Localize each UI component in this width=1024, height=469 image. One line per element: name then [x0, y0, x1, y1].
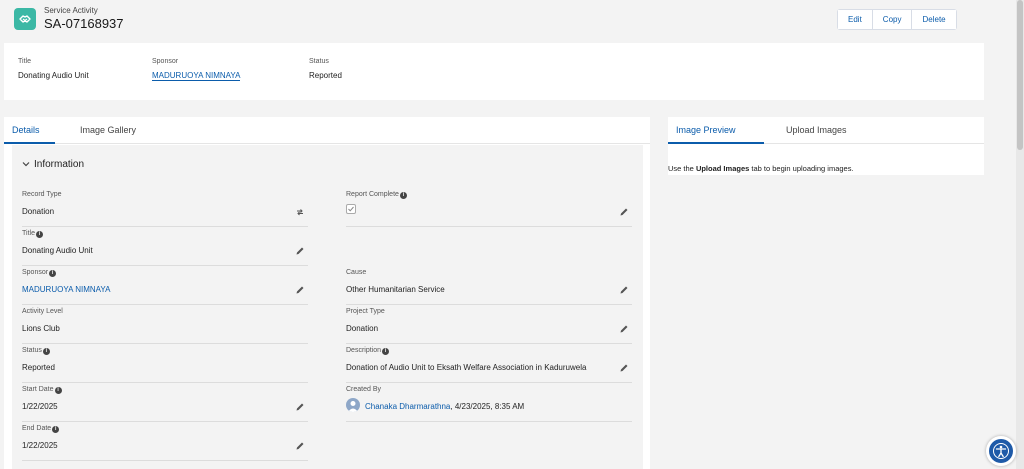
user-icon — [348, 401, 358, 412]
activity-level-label: Activity Level — [22, 308, 63, 315]
checkmark-icon — [348, 206, 354, 212]
pencil-icon[interactable] — [295, 441, 305, 451]
section-title: Information — [34, 159, 85, 170]
highlight-title: Title Donating Audio Unit — [18, 58, 89, 80]
created-by-date: , 4/23/2025, 8:35 AM — [450, 402, 525, 411]
tab-upload-images[interactable]: Upload Images — [786, 125, 847, 135]
info-icon[interactable]: i — [35, 231, 43, 238]
info-icon[interactable]: i — [52, 426, 60, 433]
description-value: Donation of Audio Unit to Eksath Welfare… — [346, 363, 587, 372]
start-date-value: 1/22/2025 — [22, 402, 58, 411]
description-label: Description — [346, 347, 382, 354]
field-project-type: Project Type Donation — [346, 304, 632, 344]
pencil-icon[interactable] — [295, 246, 305, 256]
field-end-date: End Date i 1/22/2025 — [22, 421, 308, 461]
highlights-panel: Title Donating Audio Unit Sponsor MADURU… — [4, 43, 984, 100]
sponsor-label: Sponsor — [22, 269, 49, 276]
project-type-label: Project Type — [346, 308, 385, 315]
field-start-date: Start Date i 1/22/2025 — [22, 382, 308, 422]
accessibility-button[interactable] — [986, 436, 1016, 466]
field-status: Status i Reported — [22, 343, 308, 383]
chevron-down-icon — [22, 162, 30, 167]
scroll-thumb[interactable] — [1017, 0, 1023, 150]
tab-image-preview[interactable]: Image Preview — [676, 125, 736, 135]
field-created-by: Created By Chanaka Dharmarathna, 4/23/20… — [346, 382, 632, 422]
status-value: Reported — [22, 363, 55, 372]
project-type-value: Donation — [346, 324, 379, 333]
pencil-icon[interactable] — [619, 324, 629, 334]
active-tab-indicator — [4, 142, 55, 144]
sponsor-value-link[interactable]: MADURUOYA NIMNAYA — [22, 284, 110, 295]
image-panel: Image Preview Upload Images Use the Uplo… — [668, 117, 984, 175]
field-report-complete: Report Complete i — [346, 187, 632, 227]
info-icon[interactable]: i — [42, 348, 50, 355]
highlight-title-label: Title — [18, 58, 31, 65]
tab-details[interactable]: Details — [12, 125, 40, 135]
activity-level-value: Lions Club — [22, 324, 60, 333]
sponsor-link[interactable]: MADURUOYA NIMNAYA — [152, 71, 241, 81]
upload-hint: Use the Upload Images tab to begin uploa… — [668, 164, 854, 173]
end-date-label: End Date — [22, 425, 52, 432]
record-name: SA-07168937 — [44, 16, 124, 31]
highlight-sponsor-label: Sponsor — [152, 58, 179, 65]
field-record-type: Record Type Donation — [22, 187, 308, 227]
pencil-icon[interactable] — [619, 207, 629, 217]
info-icon[interactable]: i — [49, 270, 57, 277]
handshake-icon — [14, 8, 36, 30]
field-sponsor: Sponsor i MADURUOYA NIMNAYA — [22, 265, 308, 305]
section-information[interactable]: Information — [22, 159, 84, 170]
title-value: Donating Audio Unit — [22, 246, 93, 255]
accessibility-icon — [993, 443, 1009, 459]
detail-body: Information Record Type Donation Report … — [12, 145, 643, 469]
created-by-label: Created By — [346, 386, 382, 393]
page-scrollbar[interactable] — [1016, 0, 1024, 469]
cause-value: Other Humanitarian Service — [346, 285, 445, 294]
active-tab-indicator — [668, 142, 764, 144]
record-type-label: Record Type — [22, 191, 62, 198]
title-label: Title — [22, 230, 35, 237]
status-label: Status — [22, 347, 42, 354]
info-icon[interactable]: i — [399, 192, 407, 199]
delete-button[interactable]: Delete — [911, 10, 956, 29]
highlight-sponsor: Sponsor MADURUOYA NIMNAYA — [152, 58, 241, 81]
field-title: Title i Donating Audio Unit — [22, 226, 308, 266]
change-record-type-icon[interactable] — [295, 207, 305, 217]
field-activity-level: Activity Level Lions Club — [22, 304, 308, 344]
start-date-label: Start Date — [22, 386, 54, 393]
user-avatar — [346, 398, 360, 412]
object-type-label: Service Activity — [44, 6, 98, 15]
field-cause: Cause Other Humanitarian Service — [346, 265, 632, 305]
pencil-icon[interactable] — [619, 285, 629, 295]
end-date-value: 1/22/2025 — [22, 441, 58, 450]
info-icon[interactable]: i — [54, 387, 62, 394]
highlight-title-value: Donating Audio Unit — [18, 71, 89, 80]
copy-button[interactable]: Copy — [871, 10, 912, 29]
image-tabs: Image Preview Upload Images — [668, 117, 984, 144]
pencil-icon[interactable] — [295, 402, 305, 412]
record-type-value: Donation — [22, 207, 55, 216]
report-complete-checkbox — [346, 204, 356, 214]
tab-image-gallery[interactable]: Image Gallery — [80, 125, 136, 135]
details-panel: Details Image Gallery Information Record… — [4, 117, 650, 469]
pencil-icon[interactable] — [295, 285, 305, 295]
highlight-status: Status Reported — [309, 58, 342, 80]
highlight-status-value: Reported — [309, 71, 342, 80]
info-icon[interactable]: i — [382, 348, 390, 355]
edit-button[interactable]: Edit — [838, 10, 872, 29]
record-header: Service Activity SA-07168937 Edit Copy D… — [0, 0, 1024, 40]
cause-label: Cause — [346, 269, 367, 276]
report-complete-label: Report Complete — [346, 191, 399, 198]
field-description: Description i Donation of Audio Unit to E… — [346, 343, 632, 383]
action-button-group: Edit Copy Delete — [837, 9, 957, 30]
pencil-icon[interactable] — [619, 363, 629, 373]
detail-tabs: Details Image Gallery — [4, 117, 650, 144]
created-by-user-link[interactable]: Chanaka Dharmarathna — [365, 402, 450, 411]
highlight-status-label: Status — [309, 58, 329, 65]
